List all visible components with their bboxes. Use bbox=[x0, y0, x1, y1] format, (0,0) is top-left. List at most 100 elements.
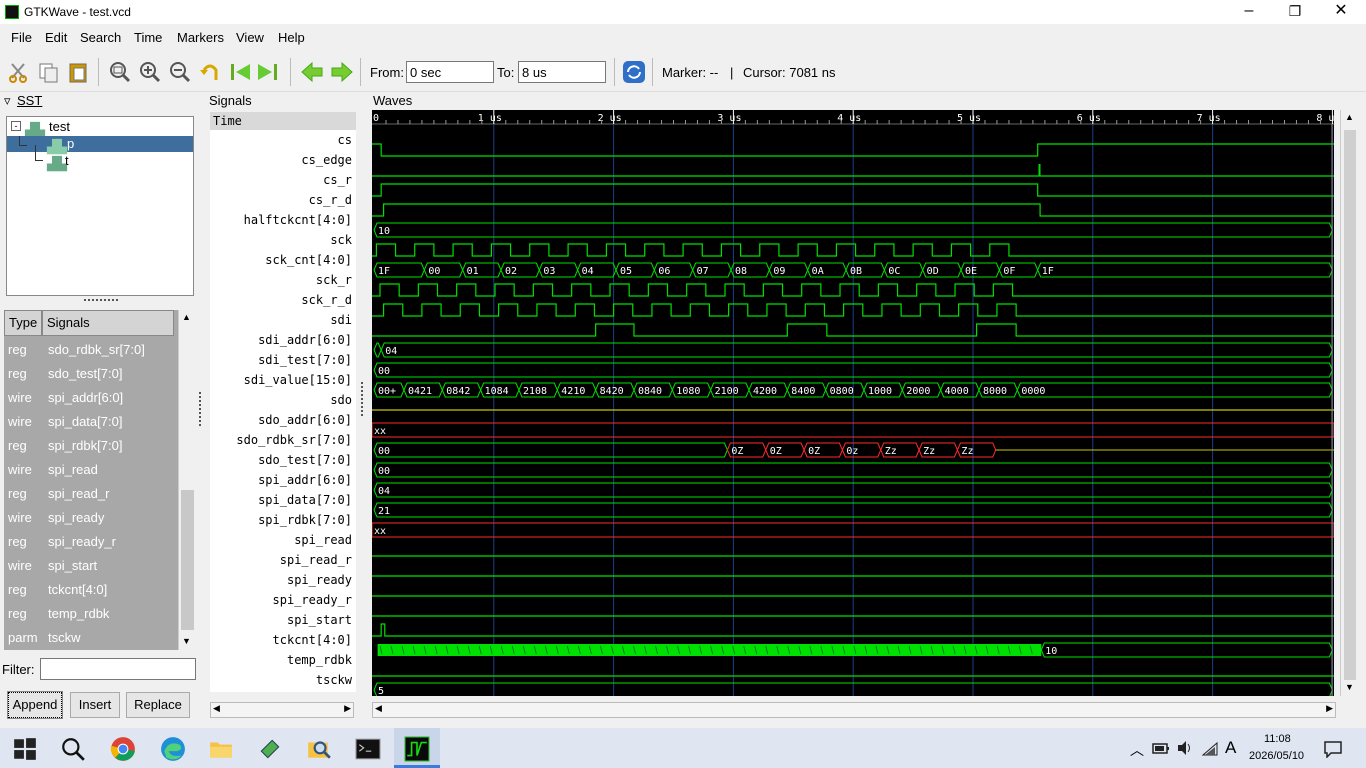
battery-icon[interactable] bbox=[1152, 741, 1170, 755]
scroll-right-icon[interactable]: ▶ bbox=[344, 703, 351, 714]
reload-icon[interactable] bbox=[622, 60, 646, 84]
find-next-edge-icon[interactable] bbox=[330, 60, 354, 84]
zoom-out-icon[interactable] bbox=[168, 60, 192, 84]
signal-list-row[interactable]: wire spi_ready bbox=[4, 506, 174, 530]
scrollbar-thumb[interactable] bbox=[1344, 130, 1356, 680]
signal-name-row[interactable]: tckcnt[4:0] bbox=[273, 630, 352, 650]
pane-resize-handle[interactable] bbox=[361, 382, 365, 416]
notepad-icon[interactable] bbox=[257, 736, 283, 762]
signal-list-scrollbar[interactable]: ▲ ▼ bbox=[178, 310, 196, 650]
pane-resize-handle[interactable] bbox=[84, 299, 118, 303]
scroll-left-icon[interactable]: ◀ bbox=[375, 703, 382, 714]
undo-zoom-icon[interactable] bbox=[198, 60, 222, 84]
tree-node-t[interactable]: ▟▙ t bbox=[7, 145, 193, 171]
maximize-button[interactable]: ❐ bbox=[1272, 0, 1318, 24]
replace-button[interactable]: Replace bbox=[126, 692, 190, 718]
volume-icon[interactable] bbox=[1176, 740, 1194, 756]
wifi-icon[interactable] bbox=[1201, 741, 1219, 757]
clock-date[interactable]: 2026/05/10 bbox=[1249, 750, 1304, 762]
signal-name-row[interactable]: temp_rdbk bbox=[287, 650, 352, 670]
scrollbar-thumb[interactable] bbox=[181, 490, 194, 630]
zoom-fit-icon[interactable] bbox=[108, 60, 132, 84]
signal-list-row[interactable]: reg sdo_test[7:0] bbox=[4, 362, 174, 386]
scroll-left-icon[interactable]: ◀ bbox=[213, 703, 220, 714]
menu-time[interactable]: Time bbox=[134, 30, 162, 45]
copy-icon[interactable] bbox=[36, 60, 60, 84]
signal-name-row[interactable]: tsckw bbox=[316, 670, 352, 690]
menu-help[interactable]: Help bbox=[278, 30, 305, 45]
edge-icon[interactable] bbox=[160, 736, 186, 762]
waves-hscrollbar[interactable]: ◀ ▶ bbox=[372, 702, 1336, 718]
windows-start-icon[interactable] bbox=[12, 736, 38, 762]
signal-name-row[interactable]: sck_cnt[4:0] bbox=[265, 250, 352, 270]
menu-search[interactable]: Search bbox=[80, 30, 121, 45]
chevron-up-icon[interactable]: ︿ bbox=[1130, 740, 1144, 760]
signal-list-row[interactable]: reg spi_rdbk[7:0] bbox=[4, 434, 174, 458]
signal-name-row[interactable]: spi_ready bbox=[287, 570, 352, 590]
signal-name-row[interactable]: sck bbox=[330, 230, 352, 250]
signal-name-row[interactable]: spi_addr[6:0] bbox=[258, 470, 352, 490]
signal-list-row[interactable]: reg temp_rdbk bbox=[4, 602, 174, 626]
signal-name-row[interactable]: cs_r bbox=[323, 170, 352, 190]
sst-tree[interactable]: - ▟▙ test ▟▙ p ▟▙ t bbox=[6, 116, 194, 296]
signal-name-row[interactable]: sdo_rdbk_sr[7:0] bbox=[236, 430, 352, 450]
menu-file[interactable]: File bbox=[11, 30, 32, 45]
chrome-icon[interactable] bbox=[110, 736, 136, 762]
scroll-down-icon[interactable]: ▼ bbox=[1345, 682, 1354, 692]
signal-name-row[interactable]: sck_r bbox=[316, 270, 352, 290]
signal-name-row[interactable]: cs_edge bbox=[301, 150, 352, 170]
column-header-signals[interactable]: Signals bbox=[42, 310, 174, 336]
gtkwave-icon[interactable] bbox=[404, 736, 430, 762]
signal-list-row[interactable]: reg sdo_rdbk_sr[7:0] bbox=[4, 338, 174, 362]
signal-name-row[interactable]: cs bbox=[338, 130, 352, 150]
find-previous-edge-icon[interactable] bbox=[300, 60, 324, 84]
zoom-in-icon[interactable] bbox=[138, 60, 162, 84]
scroll-right-icon[interactable]: ▶ bbox=[1326, 703, 1333, 714]
signal-name-row[interactable]: sdi_test[7:0] bbox=[258, 350, 352, 370]
signal-name-row[interactable]: sdo_test[7:0] bbox=[258, 450, 352, 470]
waveform-viewer[interactable]: 01 us2 us3 us4 us5 us6 us7 us8 us101F000… bbox=[372, 110, 1334, 696]
signal-name-row[interactable]: sdi_addr[6:0] bbox=[258, 330, 352, 350]
signal-name-row[interactable]: sdi bbox=[330, 310, 352, 330]
signal-list-row[interactable]: wire spi_data[7:0] bbox=[4, 410, 174, 434]
clock-time[interactable]: 11:08 bbox=[1264, 733, 1291, 745]
notification-icon[interactable] bbox=[1324, 740, 1342, 758]
sst-expander-icon[interactable]: ▿ bbox=[4, 93, 11, 109]
signal-list-row[interactable]: wire spi_read bbox=[4, 458, 174, 482]
signal-name-row[interactable]: cs_r_d bbox=[309, 190, 352, 210]
column-header-type[interactable]: Type bbox=[4, 310, 42, 336]
tree-node-test[interactable]: - ▟▙ test bbox=[11, 119, 191, 137]
signal-name-row[interactable]: sdi_value[15:0] bbox=[244, 370, 352, 390]
cut-icon[interactable] bbox=[6, 60, 30, 84]
minimize-button[interactable]: – bbox=[1226, 0, 1272, 24]
menu-edit[interactable]: Edit bbox=[45, 30, 67, 45]
insert-button[interactable]: Insert bbox=[70, 692, 120, 718]
waves-vscrollbar[interactable]: ▲ ▼ bbox=[1340, 110, 1358, 696]
search-icon[interactable] bbox=[60, 736, 86, 762]
filter-input[interactable] bbox=[40, 658, 196, 680]
file-explorer-icon[interactable] bbox=[208, 736, 234, 762]
signal-list-row[interactable]: wire spi_start bbox=[4, 554, 174, 578]
signal-list-row[interactable]: wire spi_addr[6:0] bbox=[4, 386, 174, 410]
signal-list-row[interactable]: reg spi_ready_r bbox=[4, 530, 174, 554]
ime-indicator[interactable]: A bbox=[1225, 738, 1236, 758]
zoom-to-end-icon[interactable] bbox=[256, 60, 280, 84]
signal-name-row[interactable]: halftckcnt[4:0] bbox=[244, 210, 352, 230]
close-button[interactable]: ✕ bbox=[1318, 0, 1364, 24]
menu-view[interactable]: View bbox=[236, 30, 264, 45]
scroll-down-icon[interactable]: ▼ bbox=[182, 636, 191, 646]
scroll-up-icon[interactable]: ▲ bbox=[182, 312, 191, 322]
append-button[interactable]: Append bbox=[7, 691, 63, 719]
signal-name-row[interactable]: spi_ready_r bbox=[273, 590, 352, 610]
to-time-input[interactable] bbox=[518, 61, 606, 83]
signal-list-row[interactable]: reg tckcnt[4:0] bbox=[4, 578, 174, 602]
signal-list-row[interactable]: reg spi_read_r bbox=[4, 482, 174, 506]
tree-collapse-icon[interactable]: - bbox=[11, 121, 21, 131]
from-time-input[interactable] bbox=[406, 61, 494, 83]
signal-name-row[interactable]: spi_start bbox=[287, 610, 352, 630]
signal-name-row[interactable]: spi_rdbk[7:0] bbox=[258, 510, 352, 530]
search-tool-icon[interactable] bbox=[306, 736, 332, 762]
signal-name-row[interactable]: sdo_addr[6:0] bbox=[258, 410, 352, 430]
signals-hscrollbar[interactable]: ◀ ▶ bbox=[210, 702, 354, 718]
signal-name-row[interactable]: spi_data[7:0] bbox=[258, 490, 352, 510]
